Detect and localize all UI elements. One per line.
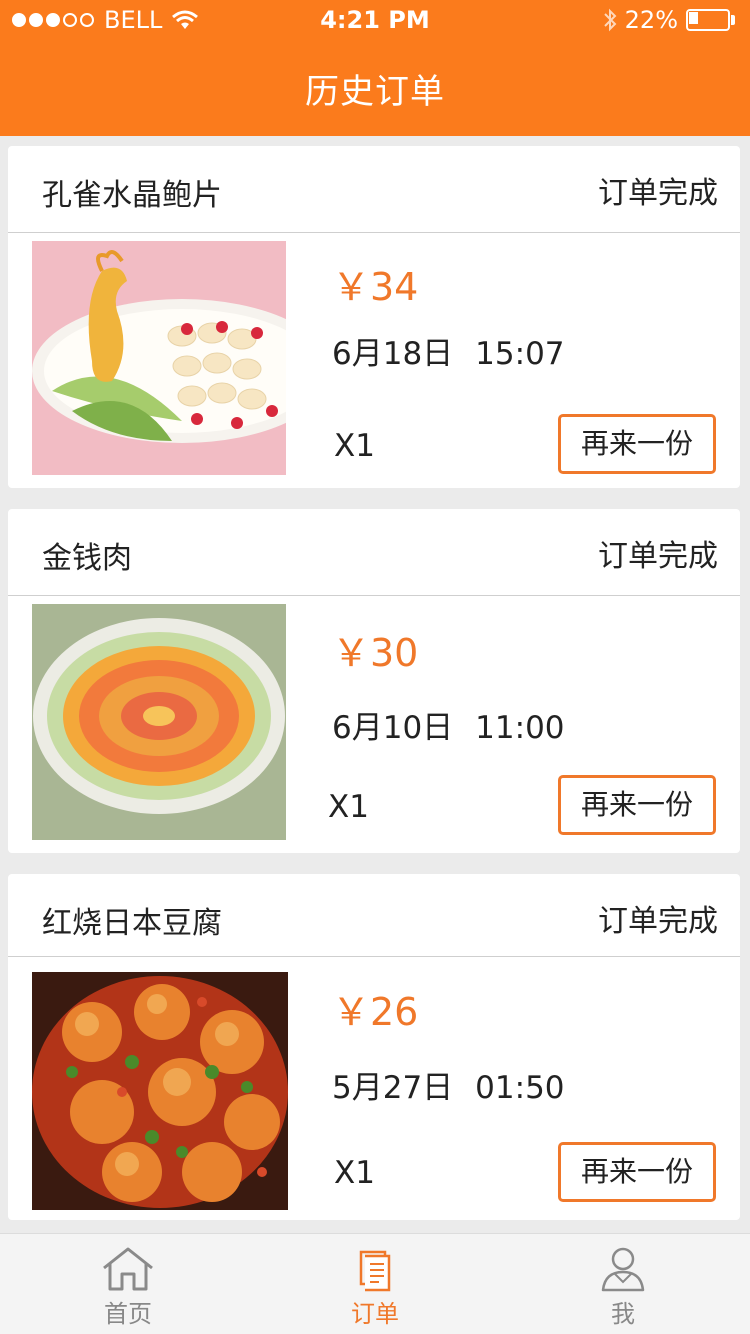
- order-time: 01:50: [475, 1070, 565, 1106]
- tab-label: 我: [611, 1300, 635, 1328]
- dish-photo[interactable]: [32, 241, 286, 475]
- battery-percent: 22%: [624, 6, 678, 34]
- reorder-button[interactable]: 再来一份: [558, 775, 716, 835]
- order-datetime: 6月18日 15:07: [332, 334, 565, 374]
- divider: [8, 956, 740, 957]
- tab-me[interactable]: 我: [498, 1234, 748, 1334]
- tab-bar: 首页 订单 我: [0, 1233, 750, 1334]
- status-bar: BELL 4:21 PM 22%: [0, 0, 750, 40]
- dish-name: 金钱肉: [42, 541, 132, 576]
- page-title: 历史订单: [305, 72, 445, 112]
- order-card: 孔雀水晶鲍片 订单完成 ￥34 6月18日 15:07 X1 再来一份: [8, 146, 740, 488]
- bluetooth-icon: [603, 8, 617, 32]
- home-icon: [103, 1247, 153, 1291]
- order-price: ￥26: [332, 990, 419, 1034]
- order-datetime: 5月27日 01:50: [332, 1068, 565, 1108]
- divider: [8, 595, 740, 596]
- order-price: ￥30: [332, 631, 419, 675]
- reorder-button[interactable]: 再来一份: [558, 414, 716, 474]
- dish-photo[interactable]: [32, 972, 288, 1210]
- order-status: 订单完成: [598, 539, 718, 574]
- order-quantity: X1: [334, 1155, 375, 1191]
- dish-name: 孔雀水晶鲍片: [42, 178, 222, 213]
- battery-icon: [686, 9, 736, 31]
- divider: [8, 232, 740, 233]
- tab-home[interactable]: 首页: [3, 1234, 253, 1334]
- order-time: 11:00: [475, 710, 565, 746]
- order-card-header: 孔雀水晶鲍片 订单完成: [8, 146, 740, 232]
- order-date: 6月10日: [332, 710, 454, 746]
- order-datetime: 6月10日 11:00: [332, 708, 565, 748]
- dish-photo[interactable]: [32, 604, 286, 840]
- tab-label: 首页: [104, 1300, 152, 1328]
- order-quantity: X1: [328, 789, 369, 825]
- order-card: 红烧日本豆腐 订单完成 ￥26 5月27日 01:50 X1 再来一份: [8, 874, 740, 1220]
- tab-label: 订单: [351, 1300, 399, 1328]
- order-price: ￥34: [332, 265, 419, 309]
- dish-name: 红烧日本豆腐: [42, 906, 222, 941]
- order-time: 15:07: [475, 336, 565, 372]
- order-card-header: 金钱肉 订单完成: [8, 509, 740, 595]
- order-document-icon: [359, 1250, 391, 1292]
- order-date: 6月18日: [332, 336, 454, 372]
- user-icon: [601, 1247, 645, 1292]
- order-card-header: 红烧日本豆腐 订单完成: [8, 874, 740, 960]
- order-date: 5月27日: [332, 1070, 454, 1106]
- order-quantity: X1: [334, 428, 375, 464]
- tab-orders[interactable]: 订单: [250, 1234, 500, 1334]
- reorder-button[interactable]: 再来一份: [558, 1142, 716, 1202]
- order-card: 金钱肉 订单完成 ￥30 6月10日 11:00 X1 再来一份: [8, 509, 740, 853]
- app-header: BELL 4:21 PM 22% 历史订单: [0, 0, 750, 136]
- order-status: 订单完成: [598, 176, 718, 211]
- order-status: 订单完成: [598, 904, 718, 939]
